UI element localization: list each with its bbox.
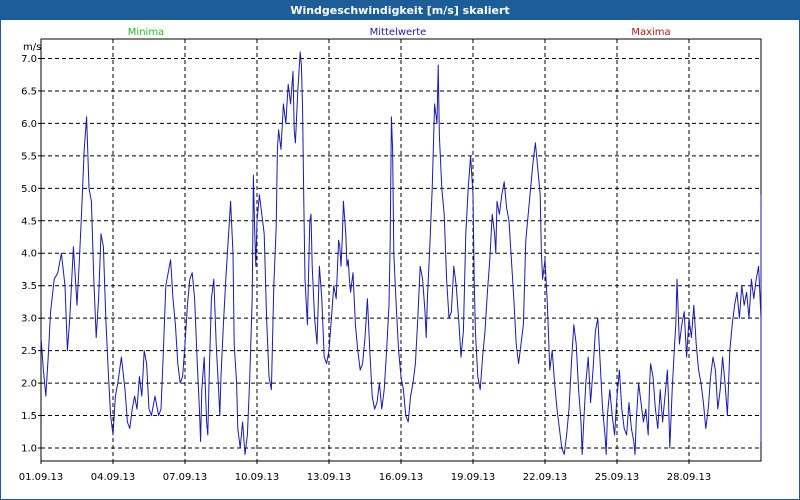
y-tick-label: 7.0 [21, 54, 37, 65]
y-axis-label: m/s [23, 42, 41, 53]
chart-window: Windgeschwindigkeit [m/s] skaliert 1.0 1.… [0, 0, 800, 500]
x-tick-label: 13.09.13 [307, 472, 352, 483]
x-tick-label: 28.09.13 [667, 472, 712, 483]
y-tick-label: 3.0 [21, 314, 37, 325]
x-tick-label: 01.09.13 [19, 472, 64, 483]
legend-minima: Minima [128, 27, 164, 38]
legend-maxima: Maxima [631, 27, 670, 38]
y-tick-label: 4.5 [21, 216, 37, 227]
y-axis-ticks: 1.0 1.5 2.0 2.5 3.0 3.5 4.0 4.5 5.0 5.5 6.0 6.5 7.0 [21, 54, 41, 455]
y-tick-label: 2.0 [21, 379, 37, 390]
chart-canvas: 1.01.52.02.53.03.54.04.55.05.56.06.57.0 … [19, 27, 762, 483]
x-tick-label: 19.09.13 [451, 472, 496, 483]
x-tick-label: 10.09.13 [235, 472, 280, 483]
x-tick-label: 25.09.13 [595, 472, 640, 483]
x-tick-label: 22.09.13 [523, 472, 568, 483]
y-tick-label: 4.0 [21, 249, 37, 260]
y-tick-label: 6.5 [21, 86, 37, 97]
x-tick-label: 16.09.13 [379, 472, 424, 483]
y-tick-label: 1.5 [21, 411, 37, 422]
y-tick-label: 2.5 [21, 346, 37, 357]
x-tick-label: 07.09.13 [163, 472, 208, 483]
y-tick-label: 5.0 [21, 184, 37, 195]
y-tick-label: 5.5 [21, 151, 37, 162]
y-tick-label: 6.0 [21, 119, 37, 130]
grid-lines [41, 39, 761, 461]
y-tick-label: 3.5 [21, 281, 37, 292]
x-axis-ticks: 01.09.13 04.09.13 07.09.13 10.09.13 13.09.13… [19, 461, 712, 483]
legend-mittelwerte: Mittelwerte [370, 27, 427, 38]
x-tick-label: 04.09.13 [91, 472, 136, 483]
y-tick-label: 1.0 [21, 444, 37, 455]
